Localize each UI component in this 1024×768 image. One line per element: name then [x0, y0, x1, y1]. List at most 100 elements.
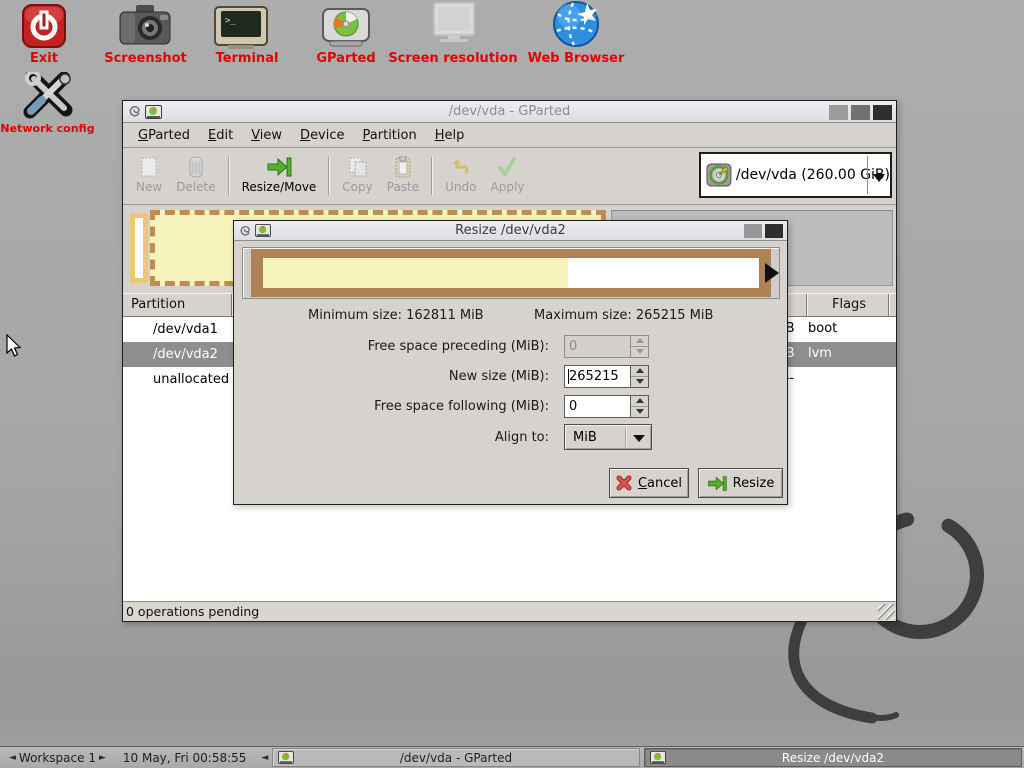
desktop-label-terminal[interactable]: Terminal [207, 51, 287, 66]
power-icon [22, 4, 66, 48]
menu-device[interactable]: Device [291, 125, 353, 146]
desktop-icon-screenshot[interactable] [118, 3, 172, 53]
toolbar-paste-button[interactable]: Paste [380, 152, 426, 196]
minimize-button[interactable] [829, 105, 848, 120]
taskbar-clock: 10 May, Fri 00:58:55 [123, 751, 247, 765]
menu-partition[interactable]: Partition [354, 125, 426, 146]
resize-dialog: Resize /dev/vda2 Minimum size: 162811 Mi… [233, 220, 788, 505]
combo-divider [625, 427, 627, 447]
desktop-label-network-config[interactable]: Network config [0, 122, 100, 135]
menu-gparted[interactable]: GParted [129, 125, 199, 146]
resize-move-icon [266, 154, 292, 180]
desktop-icon-exit[interactable] [22, 4, 66, 52]
desktop-label-web-browser[interactable]: Web Browser [520, 51, 632, 66]
free-space-following-spinner[interactable] [564, 395, 649, 418]
desktop-label-gparted[interactable]: GParted [306, 51, 386, 66]
resize-slider[interactable] [242, 247, 780, 299]
minimum-size-label: Minimum size: 162811 MiB [308, 308, 484, 323]
desktop-icon-network-config[interactable] [20, 72, 76, 126]
desktop-icon-web-browser[interactable] [549, 0, 603, 52]
desktop-icon-screen-resolution[interactable] [426, 2, 482, 50]
flags-value: boot [808, 321, 837, 336]
spin-down-icon[interactable] [631, 407, 648, 417]
free-space-following-input[interactable] [565, 396, 630, 417]
toolbar-new-button[interactable]: New [129, 152, 169, 196]
paste-icon [395, 154, 411, 180]
cancel-button[interactable]: Cancel [609, 468, 689, 498]
task-label: Resize /dev/vda2 [645, 751, 1021, 765]
mouse-cursor [6, 334, 23, 358]
resize-slider-used-space [263, 258, 568, 288]
header-flags[interactable]: Flags [832, 297, 866, 312]
field-label: Free space preceding (MiB): [234, 339, 549, 354]
combo-divider [867, 156, 868, 194]
field-label: Free space following (MiB): [234, 399, 549, 414]
new-size-input[interactable] [565, 366, 630, 387]
desktop-icon-gparted[interactable] [322, 8, 370, 52]
task-button-resize-dialog[interactable]: Resize /dev/vda2 [644, 748, 1022, 767]
cancel-x-icon [616, 475, 632, 491]
spin-down-icon[interactable] [631, 377, 648, 387]
resize-slider-right-handle-icon[interactable] [765, 263, 779, 283]
header-separator[interactable] [806, 294, 808, 316]
header-partition[interactable]: Partition [131, 297, 185, 312]
field-label: New size (MiB): [234, 369, 549, 384]
workspace-label[interactable]: Workspace 1 [19, 751, 96, 765]
align-to-dropdown[interactable]: MiB [564, 424, 652, 450]
toolbar-apply-button[interactable]: Apply [484, 152, 532, 196]
globe-icon [549, 0, 603, 48]
partition-name: /dev/vda1 [153, 322, 218, 337]
tools-icon [20, 72, 76, 122]
menu-help[interactable]: Help [426, 125, 474, 146]
workspace-next-icon[interactable]: ► [96, 753, 109, 763]
toolbar-undo-button[interactable]: Undo [438, 152, 483, 196]
header-separator[interactable] [888, 294, 890, 316]
field-label: Align to: [234, 430, 549, 445]
menu-edit[interactable]: Edit [199, 125, 242, 146]
spin-up-icon[interactable] [631, 396, 648, 407]
toolbar-separator [228, 157, 230, 195]
monitor-icon [426, 2, 482, 46]
dialog-titlebar[interactable]: Resize /dev/vda2 [234, 221, 787, 241]
resize-grip[interactable] [878, 604, 895, 620]
maximize-button[interactable] [851, 105, 870, 120]
new-size-spinner[interactable] [564, 365, 649, 388]
desktop-label-screen-resolution[interactable]: Screen resolution [388, 51, 518, 66]
menu-view[interactable]: View [242, 125, 291, 146]
gparted-app-icon [650, 751, 666, 764]
desktop-label-screenshot[interactable]: Screenshot [93, 51, 198, 66]
status-text: 0 operations pending [126, 604, 259, 619]
dialog-close-button[interactable] [765, 224, 783, 238]
svg-text:>_: >_ [225, 16, 236, 26]
close-button[interactable] [873, 105, 892, 120]
resize-slider-frame[interactable] [251, 249, 771, 297]
camera-icon [118, 3, 172, 49]
main-menubar: GParted Edit View Device Partition Help [123, 123, 896, 148]
field-align-to: Align to: MiB [234, 424, 789, 450]
terminal-icon: >_ [214, 6, 268, 50]
task-label: /dev/vda - GParted [273, 751, 639, 765]
toolbar-copy-button[interactable]: Copy [335, 152, 379, 196]
dialog-maximize-button[interactable] [744, 224, 762, 238]
desktop-label-exit[interactable]: Exit [4, 51, 84, 66]
gparted-app-icon [278, 751, 294, 764]
desktop-icon-terminal[interactable]: >_ [214, 6, 268, 54]
main-titlebar[interactable]: /dev/vda - GParted [123, 101, 896, 123]
task-prev-icon[interactable]: ◄ [258, 753, 271, 763]
device-selector[interactable]: /dev/vda (260.00 GiB) [699, 152, 892, 198]
toolbar-resize-move-button[interactable]: Resize/Move [235, 152, 324, 196]
partition-visual-vda1[interactable] [130, 213, 148, 283]
task-button-gparted[interactable]: /dev/vda - GParted [272, 748, 640, 767]
undo-icon [451, 154, 471, 180]
toolbar-delete-button[interactable]: Delete [169, 152, 222, 196]
partition-name: /dev/vda2 [153, 347, 218, 362]
workspace-prev-icon[interactable]: ◄ [6, 753, 19, 763]
free-space-preceding-input [565, 336, 630, 357]
spin-up-icon[interactable] [631, 366, 648, 377]
chevron-down-icon[interactable] [873, 174, 885, 182]
chevron-down-icon [633, 435, 645, 442]
resize-button[interactable]: Resize [698, 468, 783, 498]
new-partition-icon [141, 154, 157, 180]
main-toolbar: New Delete Resize/Move [123, 148, 896, 205]
apply-check-icon [497, 154, 517, 180]
